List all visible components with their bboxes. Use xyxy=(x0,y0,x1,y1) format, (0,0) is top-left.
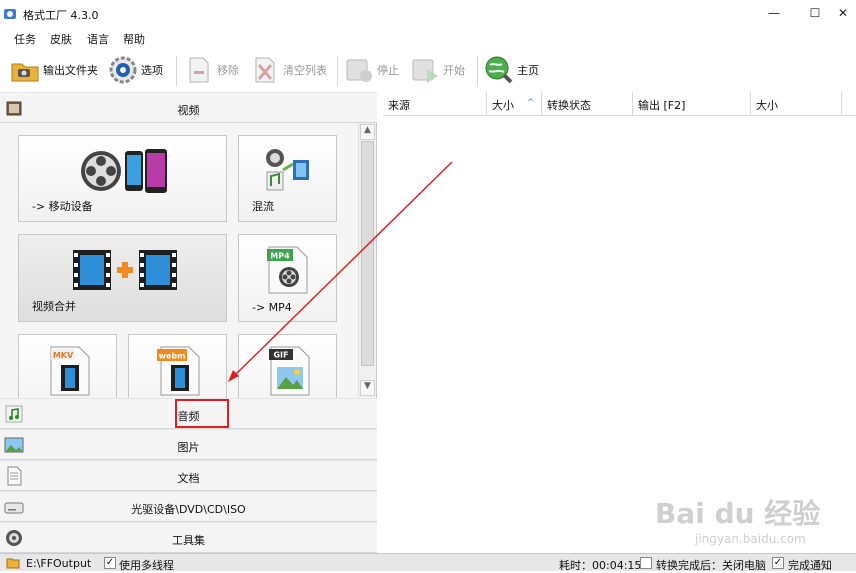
title-bar: 格式工厂 4.3.0 — ☐ ✕ xyxy=(0,4,856,26)
scroll-up-icon[interactable]: ▲ xyxy=(360,124,375,140)
tile-gif[interactable]: GIF xyxy=(238,334,337,398)
mkv-file-icon: MKV xyxy=(50,346,90,396)
menu-language[interactable]: 语言 xyxy=(87,31,109,47)
output-folder-label: 输出文件夹 xyxy=(43,64,98,77)
stop-label: 停止 xyxy=(377,64,399,77)
category-video[interactable]: 视频 xyxy=(0,92,377,123)
category-tools[interactable]: 工具集 xyxy=(0,522,377,553)
clear-list-icon xyxy=(255,57,275,83)
toolbar-separator xyxy=(176,56,177,86)
start-label: 开始 xyxy=(443,64,465,77)
col-source[interactable]: 来源 xyxy=(383,92,487,116)
category-video-label: 视频 xyxy=(177,104,200,117)
tile-mkv[interactable]: MKV xyxy=(18,334,117,398)
home-globe-icon xyxy=(485,56,513,84)
task-list[interactable]: 来源 大小 ^ 转换状态 输出 [F2] 大小 xyxy=(383,92,856,552)
tile-mobile-device[interactable]: -> 移动设备 xyxy=(18,135,227,222)
clear-list-button[interactable]: 清空列表 xyxy=(250,52,327,88)
shutdown-checkbox[interactable] xyxy=(640,557,652,569)
status-bar: E:\FFOutput ✓ 使用多线程 耗时：00:04:15 转换完成后：关闭… xyxy=(0,553,856,572)
gear-icon xyxy=(109,56,137,84)
category-picture-label: 图片 xyxy=(177,441,200,454)
tile-mp4-label: -> MP4 xyxy=(252,301,292,314)
category-optical[interactable]: 光驱设备\DVD\CD\ISO xyxy=(0,491,377,522)
output-folder-button[interactable]: 输出文件夹 xyxy=(10,52,98,88)
start-button[interactable]: 开始 xyxy=(410,52,465,88)
video-tiles-grid: -> 移动设备 混流 视频合并 MP4 -> MP4 MKV webm GIF xyxy=(0,123,358,398)
gif-file-icon: GIF xyxy=(269,346,310,396)
film-reel-phone-icon xyxy=(81,149,167,193)
col-output[interactable]: 输出 [F2] xyxy=(633,92,751,116)
category-tools-label: 工具集 xyxy=(172,534,205,547)
category-document-label: 文档 xyxy=(177,472,200,485)
minimize-button[interactable]: — xyxy=(761,6,787,24)
webm-file-icon: webm xyxy=(157,346,200,396)
window-title: 格式工厂 4.3.0 xyxy=(23,9,99,22)
format-factory-window: 格式工厂 4.3.0 — ☐ ✕ 任务 皮肤 语言 帮助 输出文件夹 选项 移除… xyxy=(0,0,856,572)
start-icon xyxy=(412,59,438,83)
remove-file-icon xyxy=(189,57,209,83)
watermark-sub: jingyan.baidu.com xyxy=(695,532,806,546)
mkv-badge: MKV xyxy=(53,351,74,360)
toolbar-separator xyxy=(337,56,338,86)
gif-badge: GIF xyxy=(273,351,288,360)
col-output-size[interactable]: 大小 xyxy=(751,92,842,116)
tile-mux-label: 混流 xyxy=(252,200,274,213)
category-picture[interactable]: 图片 xyxy=(0,429,377,460)
menu-task[interactable]: 任务 xyxy=(14,31,36,47)
notify-checkbox[interactable]: ✓ xyxy=(772,557,784,569)
menu-help[interactable]: 帮助 xyxy=(123,31,145,47)
tile-mobile-label: -> 移动设备 xyxy=(32,200,93,213)
menu-skin[interactable]: 皮肤 xyxy=(50,31,72,47)
category-optical-label: 光驱设备\DVD\CD\ISO xyxy=(131,503,246,516)
remove-label: 移除 xyxy=(217,64,239,77)
webm-badge: webm xyxy=(159,352,186,361)
options-button[interactable]: 选项 xyxy=(108,52,163,88)
home-button[interactable]: 主页 xyxy=(484,52,539,88)
tiles-scrollbar[interactable]: ▲ ▼ xyxy=(358,123,376,398)
tile-webm[interactable]: webm xyxy=(128,334,227,398)
mp4-badge: MP4 xyxy=(270,252,290,261)
toolbar: 输出文件夹 选项 移除 清空列表 停止 开始 主页 xyxy=(0,50,856,92)
tile-mp4[interactable]: MP4 -> MP4 xyxy=(238,234,337,322)
tile-mux[interactable]: 混流 xyxy=(238,135,337,222)
app-icon xyxy=(4,9,16,19)
col-size[interactable]: 大小 ^ xyxy=(487,92,542,116)
maximize-button[interactable]: ☐ xyxy=(802,6,828,24)
output-path[interactable]: E:\FFOutput xyxy=(26,557,91,570)
clear-list-label: 清空列表 xyxy=(283,64,327,77)
stop-button[interactable]: 停止 xyxy=(344,52,399,88)
folder-icon xyxy=(11,63,39,82)
watermark-main: Bai du 经验 xyxy=(655,497,821,530)
mp4-file-icon: MP4 xyxy=(267,246,308,294)
home-label: 主页 xyxy=(517,64,539,77)
options-label: 选项 xyxy=(141,64,163,77)
stop-icon xyxy=(346,59,372,82)
menu-bar: 任务 皮肤 语言 帮助 xyxy=(0,27,856,49)
output-folder-icon[interactable] xyxy=(6,556,20,569)
scroll-down-icon[interactable]: ▼ xyxy=(360,380,375,396)
mux-icon xyxy=(266,149,309,191)
category-document[interactable]: 文档 xyxy=(0,460,377,491)
sort-ascending-icon: ^ xyxy=(527,98,535,108)
close-button[interactable]: ✕ xyxy=(830,6,856,24)
tile-join-label: 视频合并 xyxy=(32,300,76,313)
scroll-thumb[interactable] xyxy=(361,141,374,366)
col-status[interactable]: 转换状态 xyxy=(542,92,633,116)
multithread-checkbox[interactable]: ✓ xyxy=(104,557,116,569)
tile-video-join[interactable]: 视频合并 xyxy=(18,234,227,322)
annotation-highlight-box xyxy=(175,399,229,428)
video-join-icon xyxy=(73,250,177,290)
baidu-watermark: Bai du 经验 jingyan.baidu.com xyxy=(655,492,855,552)
toolbar-separator xyxy=(477,56,478,86)
list-header: 来源 大小 ^ 转换状态 输出 [F2] 大小 xyxy=(383,92,856,116)
remove-button[interactable]: 移除 xyxy=(184,52,239,88)
